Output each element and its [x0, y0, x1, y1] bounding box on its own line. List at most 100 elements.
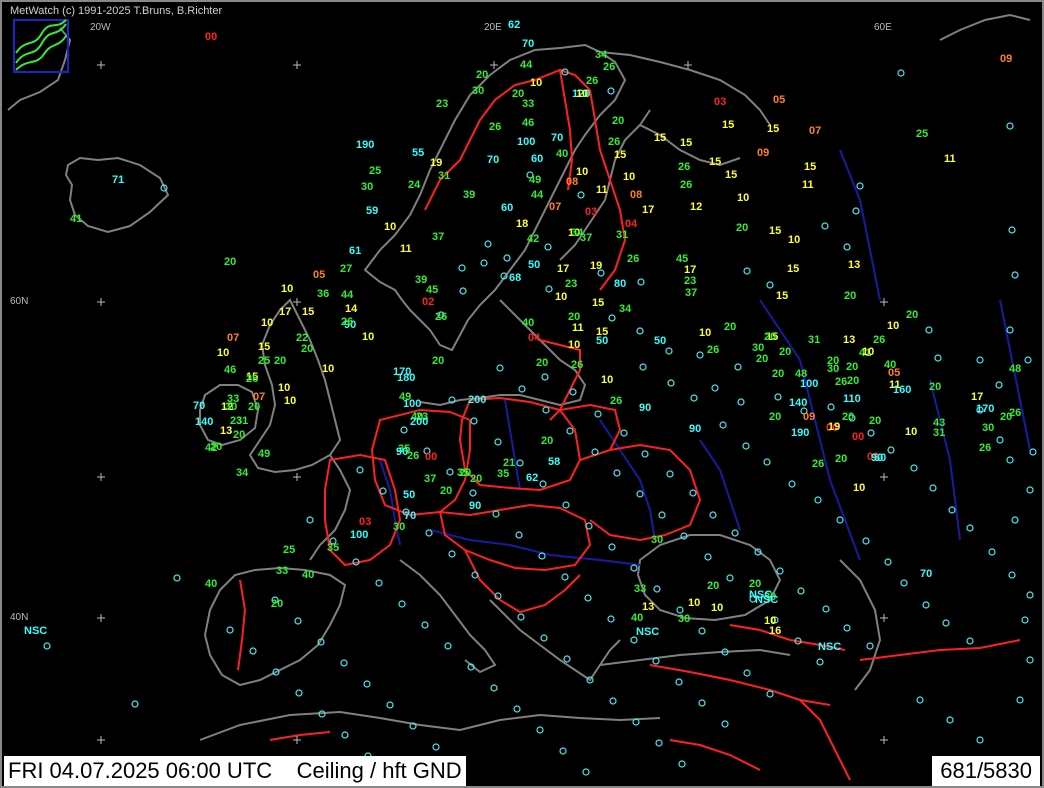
- station-marker: [866, 642, 874, 650]
- station-marker: [709, 511, 717, 519]
- station-marker: [306, 516, 314, 524]
- ceiling-value: 10: [530, 77, 542, 89]
- station-marker: [448, 550, 456, 558]
- ceiling-value: 14: [345, 303, 358, 315]
- ceiling-value: 20: [736, 222, 748, 234]
- ceiling-value: 15: [804, 161, 816, 173]
- station-marker: [609, 697, 617, 705]
- station-marker: [458, 264, 466, 272]
- ceiling-value: 30: [982, 422, 994, 434]
- border-spain-portugal: [237, 579, 247, 671]
- ceiling-value: 46: [522, 117, 534, 129]
- station-marker: [698, 699, 706, 707]
- coastlines: [7, 13, 1031, 741]
- station-marker: [1011, 516, 1019, 524]
- station-marker: [375, 579, 383, 587]
- ceiling-value: 15: [787, 263, 799, 275]
- station-marker: [910, 464, 918, 472]
- ceiling-value: 26: [680, 179, 692, 191]
- ceiling-value: 10: [568, 339, 580, 351]
- ceiling-value: 17: [279, 306, 291, 318]
- ceiling-value: 07: [549, 201, 561, 213]
- station-marker: [513, 705, 521, 713]
- ceiling-value: 20: [756, 353, 768, 365]
- ceiling-value: 33: [634, 583, 646, 595]
- ceiling-value: 20: [835, 453, 847, 465]
- station-marker: [503, 254, 511, 262]
- station-marker: [613, 469, 621, 477]
- station-marker: [696, 351, 704, 359]
- ceiling-value: 10: [853, 482, 865, 494]
- ceiling-value: 26: [873, 334, 885, 346]
- river-don: [699, 439, 741, 531]
- ceiling-value: 44: [520, 59, 533, 71]
- border-norway-sweden: [424, 68, 591, 211]
- ceiling-value: 30: [827, 363, 839, 375]
- station-marker: [774, 393, 782, 401]
- ceiling-value: 48: [1009, 363, 1021, 375]
- ceiling-value: 33: [276, 565, 288, 577]
- grid-cross: [880, 614, 888, 622]
- ceiling-value: 30: [393, 521, 405, 533]
- ceiling-value: 34: [619, 303, 632, 315]
- station-marker: [544, 243, 552, 251]
- station-marker: [742, 442, 750, 450]
- ceiling-value: 15: [725, 169, 737, 181]
- ceiling-value: 190: [791, 427, 809, 439]
- ceiling-value: 13: [642, 601, 654, 613]
- station-marker: [667, 379, 675, 387]
- ceiling-value: 59: [366, 205, 378, 217]
- ceiling-value: 10: [688, 597, 700, 609]
- turkey-coast: [599, 648, 791, 666]
- ceiling-value: 26: [707, 344, 719, 356]
- ceiling-value: 20: [271, 598, 283, 610]
- weather-map[interactable]: 0062703426442030100920331202603 05234615 1…: [0, 0, 1044, 788]
- balkan-coast: [489, 599, 621, 682]
- station-marker: [398, 600, 406, 608]
- station-marker: [636, 490, 644, 498]
- ceiling-value: 20: [842, 411, 854, 423]
- station-marker: [655, 739, 663, 747]
- ceiling-value: 30: [225, 401, 237, 413]
- station-marker: [517, 613, 525, 621]
- ceiling-value: 140: [789, 397, 807, 409]
- lat-label-60n: 60N: [10, 296, 29, 307]
- river-ob: [999, 299, 1031, 451]
- station-marker: [1026, 486, 1034, 494]
- ceiling-value: 13: [843, 334, 855, 346]
- ceiling-value: 15: [592, 297, 604, 309]
- ceiling-value: 20: [432, 355, 444, 367]
- ceiling-value: 110: [843, 393, 861, 405]
- ceiling-value: 26: [586, 75, 598, 87]
- ceiling-value: 04: [528, 332, 541, 344]
- station-marker: [340, 659, 348, 667]
- ceiling-value: 41: [70, 213, 82, 225]
- ceiling-value: 55: [412, 147, 424, 159]
- ceiling-value: 10: [601, 374, 613, 386]
- ceiling-value: 10: [217, 347, 229, 359]
- station-marker: [559, 747, 567, 755]
- ceiling-value: 70: [551, 132, 563, 144]
- map-frame[interactable]: 00 62 70 34 26 44 20 30 10 09 20 33 120 26 03 05 23 46 15 1…: [0, 0, 1044, 788]
- station-marker: [1026, 591, 1034, 599]
- ceiling-value: 42: [527, 233, 539, 245]
- station-marker: [788, 480, 796, 488]
- credit-text: MetWatch (c) 1991-2025 T.Bruns, B.Richte…: [10, 5, 223, 17]
- ceiling-value: 03: [585, 206, 597, 218]
- station-marker: [386, 701, 394, 709]
- station-marker: [763, 458, 771, 466]
- station-marker: [884, 558, 892, 566]
- station-marker: [1006, 456, 1014, 464]
- station-marker: [816, 658, 824, 666]
- ceiling-value: 20: [844, 290, 856, 302]
- grid-cross: [97, 736, 105, 744]
- station-marker: [653, 585, 661, 593]
- grid-cross: [97, 614, 105, 622]
- station-marker: [563, 655, 571, 663]
- station-marker: [966, 637, 974, 645]
- ceiling-value: 40: [205, 578, 217, 590]
- station-marker: [1008, 226, 1016, 234]
- station-marker: [690, 394, 698, 402]
- lat-label-40n: 40N: [10, 612, 29, 623]
- station-marker: [721, 720, 729, 728]
